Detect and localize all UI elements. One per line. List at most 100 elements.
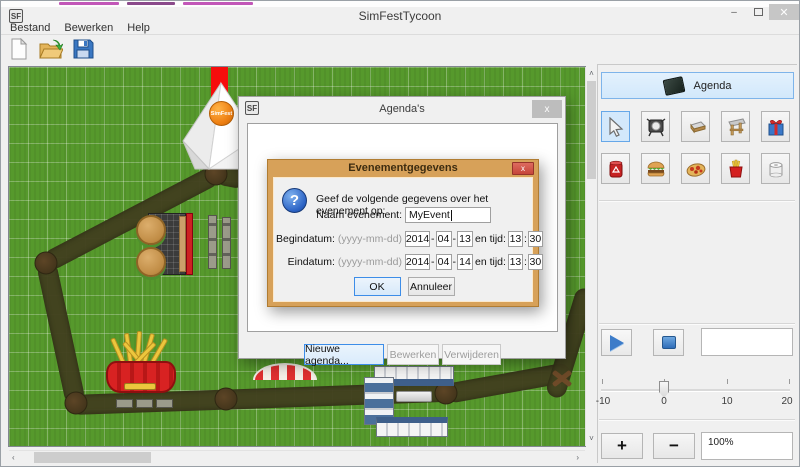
status-box [701, 328, 793, 356]
stand-red-panel [186, 213, 193, 275]
scroll-down-arrow[interactable]: ˅ [586, 435, 597, 443]
burger-icon [646, 159, 666, 179]
begin-month-input[interactable]: 04 [436, 231, 452, 247]
toilet-roll-icon [766, 159, 786, 179]
fries-icon [726, 159, 746, 179]
event-name-input[interactable]: MyEvent [405, 207, 491, 223]
tool-toilet-roll-button[interactable] [761, 153, 790, 184]
bench [136, 399, 153, 408]
tool-fries-button[interactable] [721, 153, 750, 184]
agendas-dialog-title: Agenda's [239, 103, 565, 115]
stand-plank [179, 216, 186, 272]
background-window-text [59, 2, 119, 5]
agenda-button[interactable]: Agenda [601, 72, 794, 99]
menu-bestand[interactable]: Bestand [10, 23, 50, 34]
open-file-icon [39, 38, 63, 60]
minimize-button[interactable]: – [723, 4, 745, 20]
end-month-input[interactable]: 04 [436, 254, 452, 270]
menu-help[interactable]: Help [127, 23, 150, 34]
begin-hour-input[interactable]: 13 [508, 231, 523, 247]
new-file-icon [9, 38, 29, 60]
tool-select-button[interactable] [601, 111, 630, 142]
path-node [65, 392, 88, 415]
zoom-level-field[interactable]: 100% [701, 432, 793, 460]
end-minute-input[interactable]: 30 [528, 254, 543, 270]
slider-tick [789, 379, 790, 384]
tool-gift-button[interactable] [761, 111, 790, 142]
end-hour-input[interactable]: 13 [508, 254, 523, 270]
stage-icon [686, 117, 706, 137]
bench [156, 399, 173, 408]
begin-day-input[interactable]: 13 [457, 231, 473, 247]
burger-table [136, 215, 166, 245]
burger-table [136, 247, 166, 277]
end-day-input[interactable]: 14 [457, 254, 473, 270]
zoom-in-button[interactable]: + [601, 433, 643, 459]
end-time-label: en tijd: [475, 256, 506, 268]
time-separator: : [524, 233, 527, 245]
new-agenda-button[interactable]: Nieuwe agenda... [304, 344, 384, 365]
maximize-button[interactable] [747, 4, 769, 20]
tool-trash-button[interactable] [601, 153, 630, 184]
dirt-path [36, 261, 86, 405]
agendas-dialog-close-button[interactable]: x [532, 100, 562, 118]
cancel-button[interactable]: Annuleer [408, 277, 455, 296]
date-separator: - [453, 233, 457, 245]
gift-icon [766, 117, 786, 137]
panel-separator [599, 323, 795, 324]
stop-button[interactable] [653, 329, 684, 356]
burger-stand [136, 213, 198, 275]
speed-slider-track[interactable] [601, 389, 790, 391]
begin-minute-input[interactable]: 30 [528, 231, 543, 247]
delete-agenda-button[interactable]: Verwijderen [442, 344, 501, 365]
cursor-icon [606, 117, 626, 137]
scroll-right-arrow[interactable]: › [576, 454, 579, 462]
open-file-button[interactable] [39, 37, 63, 61]
menubar: Bestand Bewerken Help [1, 23, 799, 35]
tool-pizza-button[interactable] [681, 153, 710, 184]
event-dialog-content: ? Geef de volgende gegevens over het eve… [273, 177, 533, 302]
save-file-button[interactable] [71, 37, 95, 61]
tool-stage-button[interactable] [681, 111, 710, 142]
vertical-scroll-thumb[interactable] [587, 81, 596, 179]
bench [208, 215, 217, 269]
event-dialog-close-button[interactable]: x [512, 162, 534, 175]
slider-label: 0 [661, 396, 667, 407]
ok-button[interactable]: OK [354, 277, 401, 296]
agendas-dialog-titlebar: SF Agenda's x [239, 97, 565, 121]
agenda-button-label: Agenda [694, 80, 732, 92]
close-button[interactable]: ✕ [769, 4, 799, 20]
tool-spotlight-button[interactable] [641, 111, 670, 142]
slider-label: -10 [596, 396, 610, 407]
simfest-logo: SimFest [209, 101, 234, 126]
begin-time-label: en tijd: [475, 233, 506, 245]
scroll-left-arrow[interactable]: ‹ [12, 454, 15, 462]
vertical-scrollbar[interactable]: ˄ ˅ [585, 67, 596, 446]
new-file-button[interactable] [7, 37, 31, 61]
toolbar [1, 37, 799, 65]
begin-year-input[interactable]: 2014 [405, 231, 430, 247]
horizontal-scroll-thumb[interactable] [34, 452, 151, 463]
pizza-icon [686, 159, 706, 179]
maximize-icon [754, 8, 763, 16]
play-button[interactable] [601, 329, 632, 356]
panel-separator [599, 200, 795, 201]
menu-bewerken[interactable]: Bewerken [64, 23, 113, 34]
stop-icon [662, 336, 676, 349]
fries-sign [124, 383, 156, 390]
fries-stand [104, 335, 178, 399]
end-year-input[interactable]: 2014 [405, 254, 430, 270]
zoom-out-button[interactable]: − [653, 433, 695, 459]
tool-stall-button[interactable] [721, 111, 750, 142]
event-dialog-title: Evenementgegevens [268, 162, 538, 174]
begin-format-hint: (yyyy-mm-dd) [338, 233, 402, 245]
save-icon [72, 38, 94, 60]
event-name-value: MyEvent [409, 209, 450, 221]
text-caret [451, 210, 452, 221]
tool-burger-button[interactable] [641, 153, 670, 184]
horizontal-scrollbar[interactable]: ‹ › [9, 450, 585, 463]
scroll-up-arrow[interactable]: ˄ [586, 70, 597, 78]
edit-agenda-button[interactable]: Bewerken [387, 344, 439, 365]
slider-tick [727, 379, 728, 384]
slider-label: 20 [781, 396, 792, 407]
